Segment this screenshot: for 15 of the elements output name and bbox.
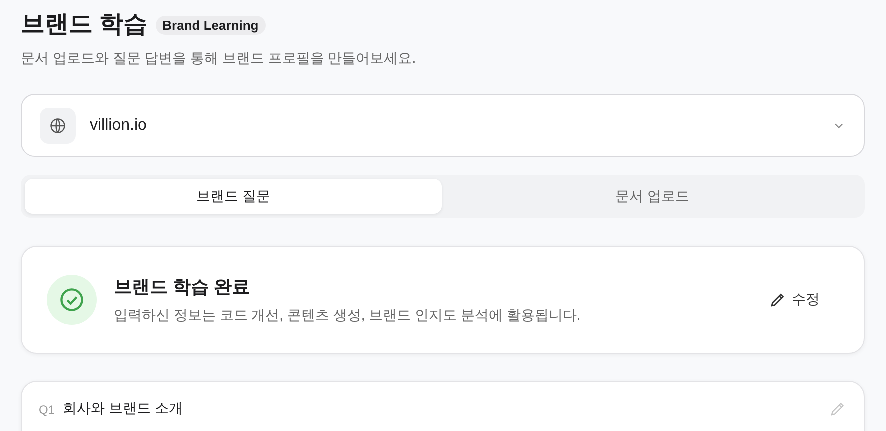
tab[interactable]: 브랜드 질문 xyxy=(25,179,442,214)
site-select[interactable]: villion.io xyxy=(21,94,865,157)
pencil-icon[interactable] xyxy=(829,400,847,418)
page-subtitle: 문서 업로드와 질문 답변을 통해 브랜드 프로필을 만들어보세요. xyxy=(21,50,418,68)
status-title: 브랜드 학습 완료 xyxy=(114,276,252,299)
tab[interactable]: 문서 업로드 xyxy=(444,179,861,214)
question-number: Q1 xyxy=(39,403,56,417)
globe-icon xyxy=(40,108,76,144)
status-description: 입력하신 정보는 코드 개선, 콘텐츠 생성, 브랜드 인지도 분석에 활용됩니다. xyxy=(114,307,582,325)
check-icon xyxy=(47,275,97,325)
pencil-icon xyxy=(769,291,787,309)
question-title: 회사와 브랜드 소개 xyxy=(63,400,184,418)
page-title: 브랜드 학습 xyxy=(21,10,148,40)
title-badge: Brand Learning xyxy=(156,16,266,34)
edit-button[interactable]: 수정 xyxy=(765,287,824,313)
